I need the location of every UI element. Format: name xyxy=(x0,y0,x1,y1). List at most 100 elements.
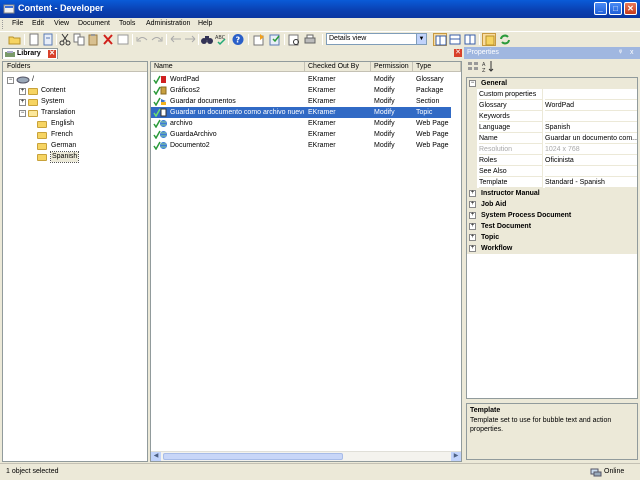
menu-tools[interactable]: Tools xyxy=(119,20,135,27)
property-category-system-process-document[interactable]: + System Process Document xyxy=(467,210,637,221)
property-category-job-aid[interactable]: + Job Aid xyxy=(467,199,637,210)
scroll-right-button[interactable]: ▶ xyxy=(451,452,461,461)
forward-button[interactable] xyxy=(183,33,197,46)
close-library-tab-button[interactable]: ✕ xyxy=(48,50,56,58)
collapse-icon[interactable]: − xyxy=(19,110,26,117)
layout-details-button[interactable] xyxy=(433,33,447,46)
check-out-button[interactable] xyxy=(268,33,282,46)
expand-icon[interactable]: + xyxy=(469,190,476,197)
menu-edit[interactable]: Edit xyxy=(32,20,44,27)
new-document-button[interactable] xyxy=(27,33,41,46)
menu-administration[interactable]: Administration xyxy=(146,20,190,27)
minimize-button[interactable]: _ xyxy=(594,2,607,15)
table-row[interactable]: WordPad EKramer Modify Glossary xyxy=(151,74,451,85)
back-button[interactable] xyxy=(169,33,183,46)
property-row-language[interactable]: Language Spanish xyxy=(467,122,637,133)
close-properties-button[interactable]: x xyxy=(630,47,634,59)
copy-button[interactable] xyxy=(72,33,86,46)
menu-document[interactable]: Document xyxy=(78,20,110,27)
redo-button[interactable] xyxy=(150,33,164,46)
expand-icon[interactable]: + xyxy=(19,88,26,95)
open-folder-button[interactable] xyxy=(8,33,22,46)
property-row-template[interactable]: Template Standard - Spanish xyxy=(467,177,637,188)
scrollbar-thumb[interactable] xyxy=(163,453,343,460)
tree-node-german[interactable]: German xyxy=(37,141,97,151)
property-row-keywords[interactable]: Keywords xyxy=(467,111,637,122)
tab-library[interactable]: Library ✕ xyxy=(2,48,58,59)
tree-node-english[interactable]: English xyxy=(37,119,97,129)
property-row-custom-properties[interactable]: Custom properties xyxy=(467,89,637,100)
publish-button[interactable] xyxy=(252,33,266,46)
collapse-icon[interactable]: − xyxy=(7,77,14,84)
tree-node-spanish[interactable]: Spanish xyxy=(37,151,97,163)
table-row[interactable]: Gráficos2 EKramer Modify Package xyxy=(151,85,451,96)
property-value[interactable] xyxy=(545,89,637,100)
property-value[interactable] xyxy=(545,166,637,177)
expand-icon[interactable]: + xyxy=(469,212,476,219)
close-window-button[interactable]: ✕ xyxy=(624,2,637,15)
property-value[interactable]: Guardar un documento com... xyxy=(545,133,637,144)
menu-file[interactable]: File xyxy=(12,20,23,27)
table-row[interactable]: Documento2 EKramer Modify Web Page xyxy=(151,140,451,151)
properties-pane-button[interactable] xyxy=(482,33,496,46)
cut-button[interactable] xyxy=(58,33,72,46)
paste-button[interactable] xyxy=(86,33,100,46)
table-row[interactable]: Guardar un documento como archivo nuevo … xyxy=(151,107,451,118)
find-button[interactable] xyxy=(200,33,214,46)
property-category-topic[interactable]: + Topic xyxy=(467,232,637,243)
collapse-icon[interactable]: − xyxy=(469,80,476,87)
sort-alphabetical-button[interactable]: AZ xyxy=(481,60,495,74)
column-header-permission[interactable]: Permission xyxy=(371,62,413,72)
column-header-name[interactable]: Name xyxy=(151,62,305,72)
tree-node-root[interactable]: − / xyxy=(7,75,67,85)
expand-icon[interactable]: + xyxy=(469,201,476,208)
property-category-general[interactable]: − General xyxy=(467,78,637,89)
column-header-checked-out-by[interactable]: Checked Out By xyxy=(305,62,371,72)
horizontal-scrollbar[interactable]: ◀ ▶ xyxy=(151,451,461,461)
property-category-test-document[interactable]: + Test Document xyxy=(467,221,637,232)
table-row[interactable]: Guardar documentos EKramer Modify Sectio… xyxy=(151,96,451,107)
tree-node-translation[interactable]: − Translation xyxy=(19,108,89,118)
column-header-type[interactable]: Type xyxy=(413,62,461,72)
tree-node-french[interactable]: French xyxy=(37,130,97,140)
layout-list-button[interactable] xyxy=(448,33,462,46)
property-value[interactable]: Oficinista xyxy=(545,155,637,166)
menu-view[interactable]: View xyxy=(54,20,69,27)
tree-node-content[interactable]: + Content xyxy=(19,86,79,96)
pin-icon[interactable]: ᵠ xyxy=(619,47,622,59)
property-row-name[interactable]: Name Guardar un documento com... xyxy=(467,133,637,144)
expand-icon[interactable]: + xyxy=(469,223,476,230)
property-row-see-also[interactable]: See Also xyxy=(467,166,637,177)
property-row-roles[interactable]: Roles Oficinista xyxy=(467,155,637,166)
preview-button[interactable] xyxy=(287,33,301,46)
format-button[interactable] xyxy=(116,33,130,46)
view-selector[interactable]: Details view ▼ xyxy=(326,33,427,45)
property-value[interactable]: Standard - Spanish xyxy=(545,177,637,188)
print-button[interactable] xyxy=(303,33,317,46)
maximize-button[interactable]: □ xyxy=(609,2,622,15)
property-value[interactable]: WordPad xyxy=(545,100,637,111)
menu-help[interactable]: Help xyxy=(198,20,212,27)
property-value[interactable] xyxy=(545,111,637,122)
refresh-button[interactable] xyxy=(498,33,512,46)
expand-icon[interactable]: + xyxy=(469,234,476,241)
expand-icon[interactable]: + xyxy=(19,99,26,106)
scroll-left-button[interactable]: ◀ xyxy=(151,452,161,461)
categorized-button[interactable] xyxy=(466,60,480,73)
tree-node-system[interactable]: + System xyxy=(19,97,79,107)
expand-icon[interactable]: + xyxy=(469,245,476,252)
layout-columns-button[interactable] xyxy=(463,33,477,46)
table-row[interactable]: archivo EKramer Modify Web Page xyxy=(151,118,451,129)
property-category-workflow[interactable]: + Workflow xyxy=(467,243,637,254)
property-row-glossary[interactable]: Glossary WordPad xyxy=(467,100,637,111)
undo-button[interactable] xyxy=(135,33,149,46)
help-button[interactable]: ? xyxy=(231,33,245,46)
properties-button[interactable] xyxy=(41,33,55,46)
property-category-instructor-manual[interactable]: + Instructor Manual xyxy=(467,188,637,199)
spelling-button[interactable]: ABC xyxy=(214,33,228,46)
property-value[interactable]: Spanish xyxy=(545,122,637,133)
table-row[interactable]: GuardaArchivo EKramer Modify Web Page xyxy=(151,129,451,140)
delete-button[interactable] xyxy=(101,33,115,46)
close-library-pane-button[interactable]: ✕ xyxy=(454,49,462,57)
chevron-down-icon[interactable]: ▼ xyxy=(416,34,426,44)
